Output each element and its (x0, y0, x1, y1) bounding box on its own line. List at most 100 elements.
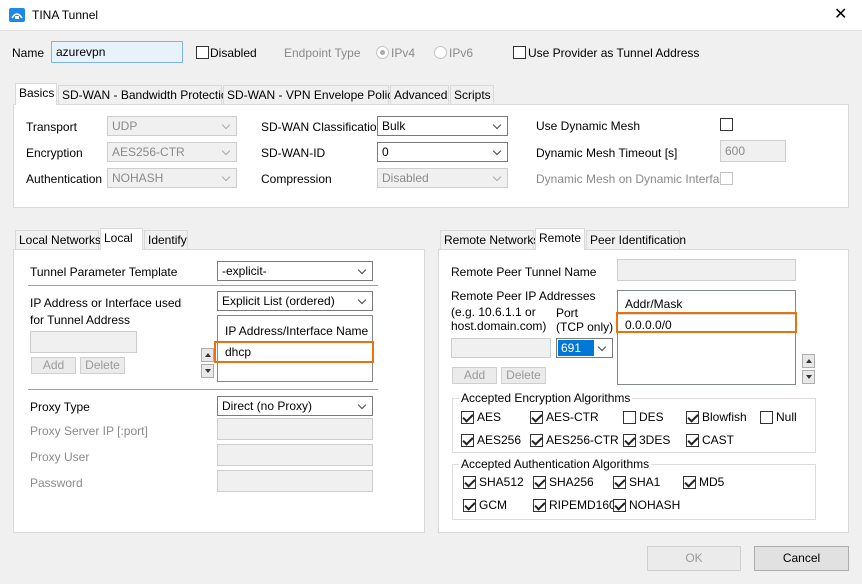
ip-iface-label-1: IP Address or Interface used (30, 296, 182, 310)
proxy-type-select[interactable]: Direct (no Proxy) (217, 396, 373, 416)
addr-move-up-button[interactable] (802, 354, 815, 368)
auth-algo-label: MD5 (699, 475, 725, 489)
ip-list-mode-select[interactable]: Explicit List (ordered) (217, 291, 373, 311)
enc-algo-checkbox[interactable] (686, 434, 699, 447)
ok-button[interactable]: OK (647, 546, 741, 571)
auth-algo-label: SHA512 (479, 475, 524, 489)
enc-algo-checkbox[interactable] (461, 434, 474, 447)
local-delete-button[interactable]: Delete (80, 357, 125, 374)
enc-algo-label: 3DES (639, 433, 671, 447)
authentication-label: Authentication (26, 172, 103, 186)
proxy-server-input[interactable] (217, 418, 373, 440)
peer-tunnel-name-label: Remote Peer Tunnel Name (451, 265, 597, 279)
addr-list-header: Addr/Mask (625, 297, 683, 311)
dyn-mesh-timeout-label: Dynamic Mesh Timeout [s] (536, 146, 678, 160)
peer-ip-hint-1: (e.g. 10.6.1.1 or (451, 305, 536, 319)
sdwan-class-label: SD-WAN Classification (261, 120, 384, 134)
tunnel-template-label: Tunnel Parameter Template (30, 265, 178, 279)
auth-algo-checkbox[interactable] (533, 499, 546, 512)
enc-algo-label: AES (477, 410, 502, 424)
ip-move-up-button[interactable] (201, 348, 214, 362)
enc-algo-checkbox[interactable] (623, 434, 636, 447)
ipv4-radio[interactable] (376, 46, 389, 59)
close-icon[interactable]: ✕ (834, 6, 847, 24)
endpoint-type-label: Endpoint Type (284, 46, 361, 60)
enc-algo-checkbox[interactable] (686, 411, 699, 424)
enc-algo-label: AES256-CTR (546, 433, 619, 447)
cancel-button[interactable]: Cancel (754, 546, 849, 571)
name-input[interactable]: azurevpn (51, 41, 183, 63)
tab-basics[interactable]: Basics (15, 83, 57, 105)
dyn-mesh-timeout-input[interactable]: 600 (720, 140, 786, 162)
tab-advanced[interactable]: Advanced (390, 85, 449, 105)
proxy-user-input[interactable] (217, 444, 373, 466)
use-provider-checkbox[interactable] (513, 46, 526, 59)
auth-algo-checkbox[interactable] (463, 476, 476, 489)
title-bar: TINA Tunnel ✕ (0, 0, 862, 31)
port-select[interactable]: 691 (556, 338, 613, 358)
port-label-2: (TCP only) (556, 320, 614, 334)
addr-move-down-button[interactable] (802, 370, 815, 384)
enc-algo-label: AES-CTR (546, 410, 599, 424)
enc-algo-checkbox[interactable] (530, 434, 543, 447)
tab-sdwan-envelope[interactable]: SD-WAN - VPN Envelope Policy (223, 85, 399, 105)
ipv4-label: IPv4 (391, 46, 416, 60)
tab-local[interactable]: Local (100, 228, 143, 250)
ip-list-header: IP Address/Interface Name (225, 324, 369, 338)
remote-add-button[interactable]: Add (452, 367, 497, 384)
dyn-mesh-checkbox[interactable] (720, 118, 733, 131)
tab-peer-identification[interactable]: Peer Identification (586, 230, 686, 250)
peer-ip-input[interactable] (451, 338, 551, 358)
auth-algo-checkbox[interactable] (613, 499, 626, 512)
tab-remote[interactable]: Remote (535, 228, 585, 250)
peer-ip-hint-2: host.domain.com) (451, 319, 547, 333)
ip-entry-input[interactable] (30, 331, 137, 353)
transport-select[interactable]: UDP (107, 116, 237, 136)
peer-ip-label: Remote Peer IP Addresses (451, 289, 596, 303)
port-value: 691 (561, 341, 582, 355)
local-add-button[interactable]: Add (31, 357, 76, 374)
enc-algo-checkbox[interactable] (530, 411, 543, 424)
sdwan-class-select[interactable]: Bulk (377, 116, 508, 136)
transport-label: Transport (26, 120, 77, 134)
enc-algo-checkbox[interactable] (760, 411, 773, 424)
auth-algo-label: GCM (479, 498, 507, 512)
compression-select[interactable]: Disabled (377, 168, 508, 188)
auth-algo-checkbox[interactable] (683, 476, 696, 489)
auth-algo-checkbox[interactable] (613, 476, 626, 489)
encryption-label: Encryption (26, 146, 83, 160)
sdwan-id-select[interactable]: 0 (377, 142, 508, 162)
disabled-checkbox[interactable] (196, 46, 209, 59)
dyn-mesh-label: Use Dynamic Mesh (536, 119, 641, 133)
dyn-mesh-iface-checkbox[interactable] (720, 172, 733, 185)
password-input[interactable] (217, 470, 373, 492)
tab-local-networks[interactable]: Local Networks (15, 230, 101, 250)
dyn-mesh-iface-label: Dynamic Mesh on Dynamic Interface (536, 172, 733, 186)
tab-sdwan-bandwidth[interactable]: SD-WAN - Bandwidth Protection (58, 85, 234, 105)
ipv6-label: IPv6 (449, 46, 474, 60)
app-icon (9, 8, 25, 22)
auth-algo-checkbox[interactable] (463, 499, 476, 512)
compression-label: Compression (261, 172, 332, 186)
tab-scripts[interactable]: Scripts (450, 85, 494, 105)
tab-identify[interactable]: Identify (144, 230, 188, 250)
peer-tunnel-name-input[interactable] (617, 259, 796, 281)
enc-algo-checkbox[interactable] (461, 411, 474, 424)
ipv6-radio[interactable] (434, 46, 447, 59)
ip-move-down-button[interactable] (201, 364, 214, 378)
auth-algo-checkbox[interactable] (533, 476, 546, 489)
auth-algo-label: NOHASH (629, 498, 681, 512)
enc-algo-label: DES (639, 410, 664, 424)
tab-remote-networks[interactable]: Remote Networks (440, 230, 539, 250)
tunnel-template-select[interactable]: -explicit- (217, 261, 373, 281)
addr-list[interactable]: Addr/Mask 0.0.0.0/0 (617, 290, 796, 385)
proxy-type-label: Proxy Type (30, 400, 90, 414)
remote-delete-button[interactable]: Delete (501, 367, 546, 384)
enc-algo-checkbox[interactable] (623, 411, 636, 424)
window-title: TINA Tunnel (32, 8, 99, 22)
enc-algo-label: AES256 (477, 433, 522, 447)
enc-group-label: Accepted Encryption Algorithms (459, 391, 633, 405)
proxy-server-label: Proxy Server IP [:port] (30, 424, 148, 438)
encryption-select[interactable]: AES256-CTR (107, 142, 237, 162)
authentication-select[interactable]: NOHASH (107, 168, 237, 188)
